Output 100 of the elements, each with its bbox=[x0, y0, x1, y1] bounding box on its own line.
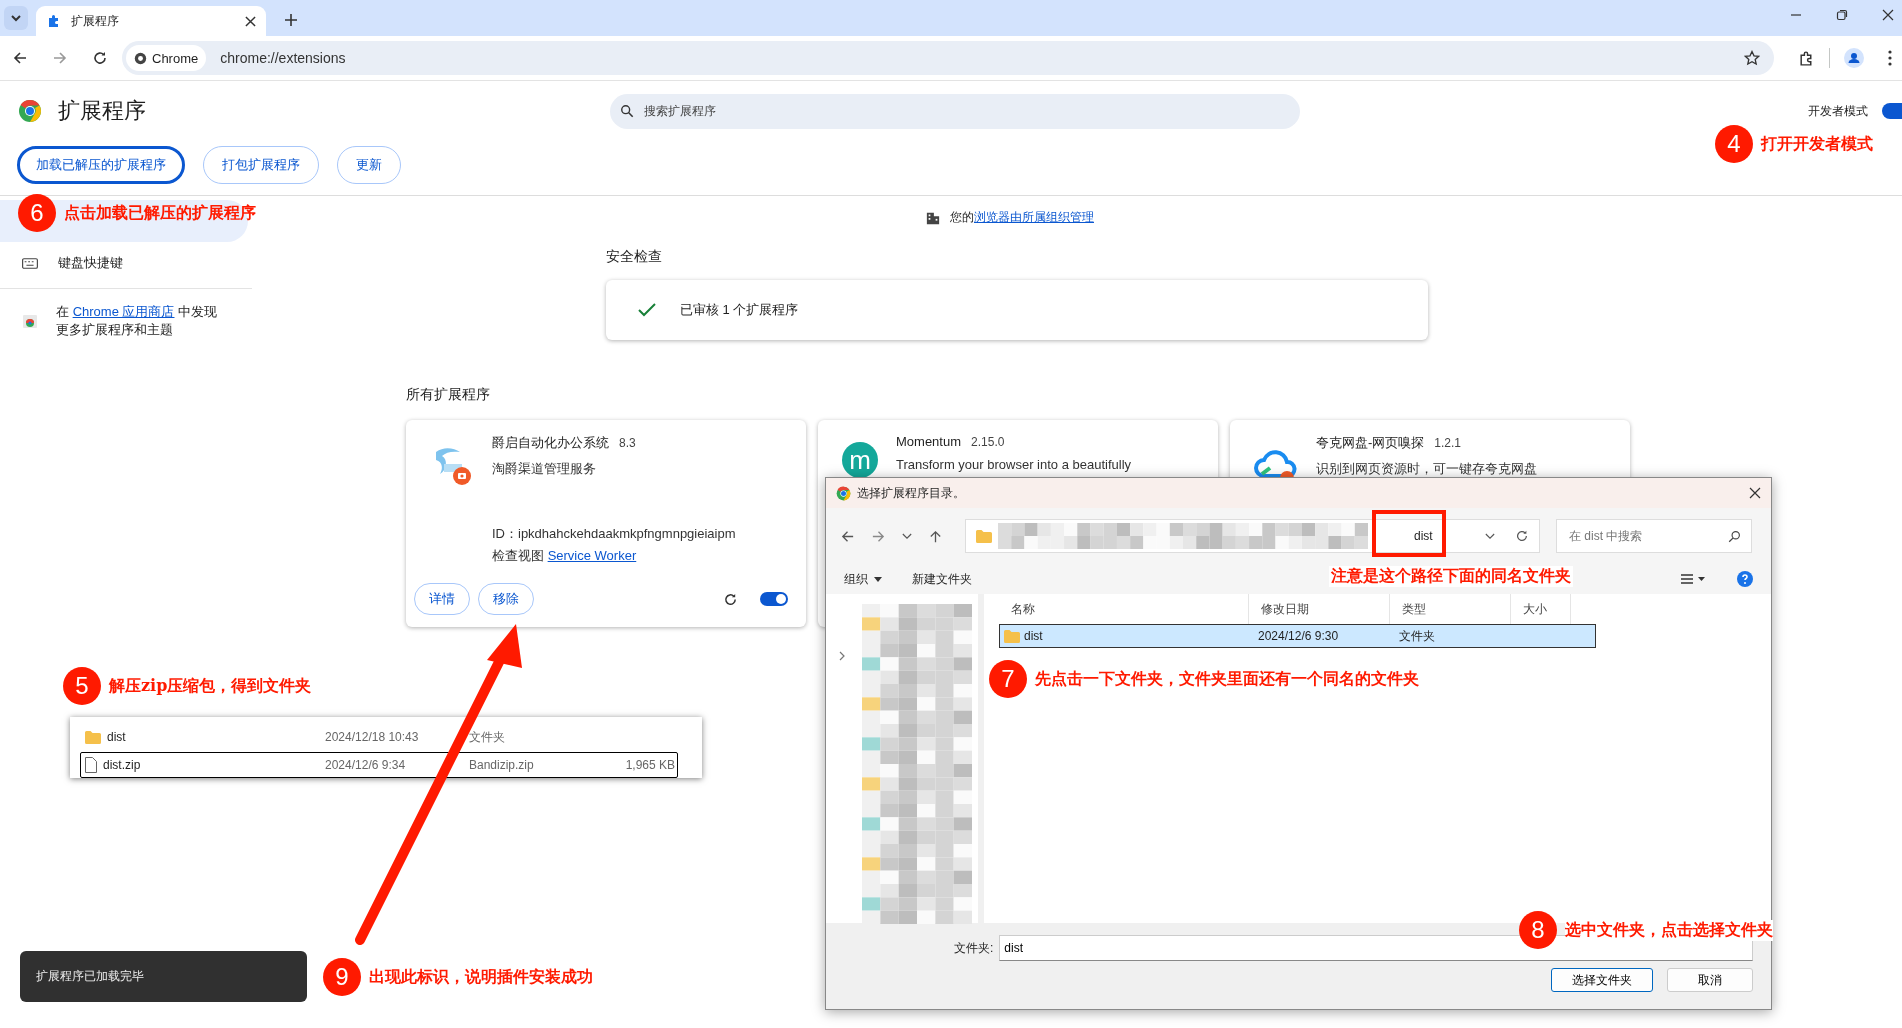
dialog-button[interactable]: 取消 bbox=[1667, 968, 1753, 992]
safety-check-text: 已审核 1 个扩展程序 bbox=[680, 301, 799, 319]
file-name: dist.zip bbox=[103, 758, 141, 772]
step-number: 9 bbox=[323, 958, 361, 996]
folder-icon bbox=[976, 529, 992, 543]
folder-name: dist bbox=[1024, 629, 1043, 643]
chrome-icon bbox=[134, 51, 147, 65]
help-icon[interactable] bbox=[1737, 571, 1753, 587]
toolbar-button[interactable]: 更新 bbox=[337, 146, 401, 184]
file-type: 文件夹 bbox=[469, 728, 506, 746]
folder-breadcrumb[interactable]: dist bbox=[1414, 529, 1433, 543]
toolbar-button[interactable]: 打包扩展程序 bbox=[203, 146, 319, 184]
view-options-icon[interactable] bbox=[1679, 574, 1707, 584]
file-row[interactable]: dist 2024/12/18 10:43 文件夹 bbox=[80, 724, 678, 750]
extension-description: Transform your browser into a beautifully bbox=[896, 457, 1132, 472]
chevron-down-icon[interactable] bbox=[902, 532, 912, 540]
restore-icon[interactable] bbox=[1836, 9, 1848, 21]
file-icon bbox=[85, 757, 97, 773]
step-number: 5 bbox=[63, 667, 101, 705]
web-store-text: 在 Chrome 应用商店 中发现更多扩展程序和主题 bbox=[56, 303, 219, 339]
forward-icon[interactable] bbox=[52, 50, 68, 66]
new-tab-icon[interactable] bbox=[284, 13, 298, 27]
site-chip[interactable]: Chrome bbox=[126, 45, 207, 71]
folder-label: 文件夹: bbox=[954, 939, 994, 957]
up-arrow-icon[interactable] bbox=[928, 528, 943, 544]
dialog-title: 选择扩展程序目录。 bbox=[857, 484, 965, 502]
card-button[interactable]: 详情 bbox=[414, 583, 470, 615]
web-store-icon bbox=[22, 313, 38, 329]
folder-icon bbox=[1004, 629, 1020, 643]
folder-icon bbox=[85, 730, 101, 744]
annotation-text: 出现此标识，说明插件安装成功 bbox=[369, 966, 593, 988]
file-row[interactable]: dist.zip 2024/12/6 9:34 Bandizip.zip 1,965 KB bbox=[80, 752, 678, 778]
managed-notice: 您的浏览器由所属组织管理 bbox=[950, 209, 1094, 226]
service-worker-link[interactable]: Service Worker bbox=[547, 548, 637, 563]
caret-icon bbox=[874, 576, 882, 582]
organize-menu[interactable]: 组织 bbox=[844, 570, 882, 588]
search-field[interactable]: 搜索扩展程序 bbox=[610, 93, 1300, 129]
close-icon[interactable] bbox=[1882, 9, 1894, 21]
file-date: 2024/12/18 10:43 bbox=[325, 730, 420, 744]
path-bar[interactable]: dist bbox=[965, 519, 1540, 553]
extension-name: Momentum bbox=[896, 434, 962, 449]
dialog-button[interactable]: 选择文件夹 bbox=[1551, 968, 1653, 992]
back-icon[interactable] bbox=[12, 50, 28, 66]
section-heading: 所有扩展程序 bbox=[406, 386, 491, 404]
inspect-views-label: 检查视图 bbox=[492, 548, 544, 563]
annotation-text: 解压zip压缩包，得到文件夹 bbox=[109, 675, 312, 697]
extension-description: 淘爵渠道管理服务 bbox=[492, 460, 597, 478]
extension-id: ID：ipkdhahckehdaakmkpfngmnpgieiaipm bbox=[492, 525, 736, 543]
extension-name: 爵启自动化办公系统 bbox=[492, 435, 609, 450]
annotation-text: 先点击一下文件夹，文件夹里面还有一个同名的文件夹 bbox=[1035, 668, 1419, 690]
annotation-text: 选中文件夹，点击选择文件夹 bbox=[1565, 919, 1773, 941]
extension-logo-icon: m bbox=[842, 442, 878, 478]
item-type: 文件夹 bbox=[1398, 627, 1436, 645]
web-store-link[interactable]: Chrome 应用商店 bbox=[72, 304, 175, 319]
toolbar-button[interactable]: 加载已解压的扩展程序 bbox=[17, 146, 185, 184]
extension-version: 1.2.1 bbox=[1434, 436, 1462, 450]
toast-message: 扩展程序已加载完毕 bbox=[20, 951, 307, 1002]
file-type: Bandizip.zip bbox=[469, 758, 535, 772]
step-number: 4 bbox=[1715, 125, 1753, 163]
folder-row[interactable]: dist 2024/12/6 9:30 文件夹 bbox=[999, 624, 1596, 648]
tab-list-icon[interactable] bbox=[4, 6, 28, 30]
section-heading: 安全检查 bbox=[606, 248, 663, 266]
extension-toggle[interactable] bbox=[760, 592, 788, 606]
modified-date: 2024/12/6 9:30 bbox=[1257, 629, 1340, 643]
keyboard-icon bbox=[22, 257, 38, 269]
reload-icon[interactable] bbox=[92, 50, 108, 66]
file-size: 1,965 KB bbox=[624, 758, 676, 772]
file-date: 2024/12/6 9:34 bbox=[325, 758, 407, 772]
extension-name: 夸克网盘-网页嗅探 bbox=[1316, 435, 1425, 450]
new-folder-button[interactable]: 新建文件夹 bbox=[912, 570, 972, 588]
chevron-right-icon[interactable] bbox=[839, 651, 845, 661]
refresh-icon[interactable] bbox=[1515, 529, 1529, 543]
url-text: chrome://extensions bbox=[220, 50, 347, 66]
close-icon[interactable] bbox=[245, 15, 256, 27]
managed-link[interactable]: 浏览器由所属组织管理 bbox=[974, 210, 1094, 224]
sidebar-item[interactable]: 键盘快捷键 bbox=[0, 242, 252, 284]
close-icon[interactable] bbox=[1749, 487, 1761, 499]
folder-search-field[interactable]: 在 dist 中搜索 bbox=[1556, 519, 1752, 553]
annotation-text: 注意是这个路径下面的同名文件夹 bbox=[1329, 566, 1573, 587]
address-bar[interactable]: Chrome chrome://extensions bbox=[122, 41, 1774, 75]
menu-icon[interactable] bbox=[1888, 50, 1892, 66]
chevron-down-icon[interactable] bbox=[1485, 532, 1495, 540]
extension-version: 8.3 bbox=[619, 436, 636, 450]
browser-tab[interactable]: 扩展程序 bbox=[36, 6, 266, 36]
card-button[interactable]: 移除 bbox=[478, 583, 534, 615]
file-name: dist bbox=[107, 730, 126, 744]
annotation-text: 打开开发者模式 bbox=[1761, 133, 1873, 155]
search-icon bbox=[1728, 529, 1741, 543]
chrome-logo-icon bbox=[18, 99, 42, 123]
checkmark-icon bbox=[638, 303, 656, 317]
reload-icon[interactable] bbox=[723, 591, 738, 607]
developer-mode-label: 开发者模式 bbox=[1808, 102, 1868, 120]
chrome-logo-icon bbox=[836, 485, 851, 501]
search-icon bbox=[620, 104, 634, 118]
star-icon[interactable] bbox=[1744, 50, 1760, 66]
page-title: 扩展程序 bbox=[58, 97, 146, 125]
building-icon bbox=[926, 210, 940, 225]
annotation-text: 点击加载已解压的扩展程序 bbox=[64, 202, 256, 224]
search-input[interactable]: 搜索扩展程序 bbox=[642, 103, 1290, 119]
profile-icon[interactable] bbox=[1844, 48, 1864, 68]
